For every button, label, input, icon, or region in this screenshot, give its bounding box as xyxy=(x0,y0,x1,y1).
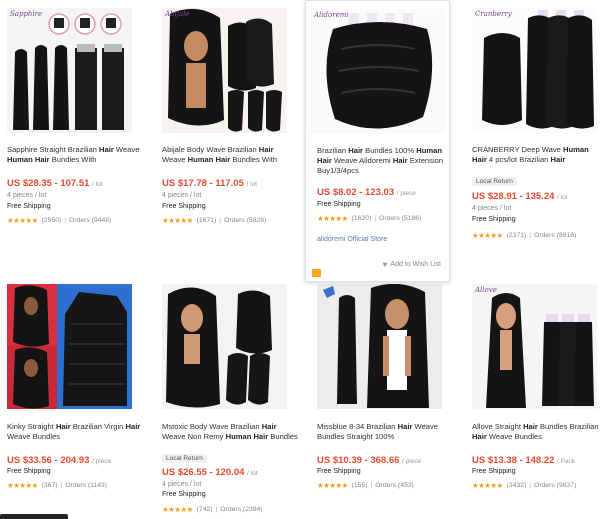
product-price: US $8.02 - 123.03 / piece xyxy=(317,187,416,198)
product-card[interactable]: Kinky Straight Hair Brazilian Virgin Hai… xyxy=(0,278,150,519)
free-shipping-label: Free Shipping xyxy=(162,491,206,498)
product-card[interactable]: Missblue 8-34 Brazilian Hair Weave Bundl… xyxy=(310,278,460,519)
orders-count: Orders (1143) xyxy=(65,482,108,489)
product-image[interactable]: Abijale xyxy=(162,8,287,133)
free-shipping-label: Free Shipping xyxy=(7,203,51,210)
product-image[interactable] xyxy=(7,284,132,409)
pieces-per-lot: 4 pieces / lot xyxy=(162,481,202,488)
brand-logo: Abijale xyxy=(165,10,190,18)
product-title[interactable]: Brazilian Hair Bundles 100% Human Hair W… xyxy=(317,146,445,176)
free-shipping-label: Free Shipping xyxy=(7,468,51,475)
star-rating: ★★★★★ xyxy=(7,481,38,490)
orders-count: Orders (9837) xyxy=(534,482,577,489)
product-price: US $28.91 - 135.24 / lot xyxy=(472,191,568,202)
star-rating: ★★★★★ xyxy=(162,216,193,225)
pieces-per-lot: 4 pieces / lot xyxy=(162,192,202,199)
free-shipping-label: Free Shipping xyxy=(317,468,361,475)
star-rating: ★★★★★ xyxy=(472,231,503,240)
product-title[interactable]: Sapphire Straight Brazilian Hair Weave H… xyxy=(7,145,143,175)
product-title[interactable]: Abijale Body Wave Brazilian Hair Weave H… xyxy=(162,145,298,175)
product-title[interactable]: Allove Straight Hair Bundles Brazilian H… xyxy=(472,422,600,452)
product-price: US $26.55 - 120.04 / lot xyxy=(162,467,258,478)
orders-count: Orders (8916) xyxy=(534,232,577,239)
rating-count: (367) xyxy=(41,482,58,489)
rating-count: (2950) xyxy=(41,217,62,224)
local-return-badge: Local Return xyxy=(472,177,517,186)
orders-count: Orders (9448) xyxy=(69,217,112,224)
rating-count: (1671) xyxy=(196,217,217,224)
rating-row: ★★★★★ (1620) | Orders (5186) xyxy=(317,214,422,223)
free-shipping-label: Free Shipping xyxy=(472,468,516,475)
product-grid: Sapphire Sapphire Straight Brazilian Hai… xyxy=(0,0,600,519)
heart-icon: ♥ xyxy=(382,260,388,269)
product-image[interactable] xyxy=(162,284,287,409)
product-card[interactable]: Sapphire Sapphire Straight Brazilian Hai… xyxy=(0,0,150,260)
product-image[interactable]: Allove xyxy=(472,284,597,409)
product-title[interactable]: Missblue 8-34 Brazilian Hair Weave Bundl… xyxy=(317,422,453,452)
product-price: US $33.56 - 204.93 / piece xyxy=(7,455,112,466)
product-card[interactable]: Allove Allove Straight Hair Bundles Braz… xyxy=(465,278,600,519)
orders-count: Orders (5186) xyxy=(379,215,422,222)
product-image[interactable] xyxy=(317,284,442,409)
rating-row: ★★★★★ (155) | Orders (453) xyxy=(317,481,414,490)
product-title[interactable]: Mstoxic Body Wave Brazilian Hair Weave N… xyxy=(162,422,298,452)
rating-count: (742) xyxy=(196,506,213,513)
star-rating: ★★★★★ xyxy=(7,216,38,225)
brand-logo: Cranberry xyxy=(475,10,512,18)
rating-row: ★★★★★ (367) | Orders (1143) xyxy=(7,481,108,490)
pieces-per-lot: 4 pieces / lot xyxy=(472,205,512,212)
rating-row: ★★★★★ (742) | Orders (2394) xyxy=(162,505,263,514)
free-shipping-label: Free Shipping xyxy=(162,203,206,210)
star-rating: ★★★★★ xyxy=(317,214,348,223)
rating-row: ★★★★★ (2950) | Orders (9448) xyxy=(7,216,112,225)
rating-row: ★★★★★ (3432) | Orders (9837) xyxy=(472,481,577,490)
shopping-bag-icon xyxy=(312,269,321,277)
brand-logo: Sapphire xyxy=(10,10,43,18)
rating-count: (155) xyxy=(351,482,368,489)
product-price: US $13.38 - 148.22 / Pack xyxy=(472,455,576,466)
product-price: US $17.78 - 117.05 / lot xyxy=(162,178,257,189)
star-rating: ★★★★★ xyxy=(317,481,348,490)
product-image[interactable]: Alidoremi xyxy=(311,9,445,134)
product-image[interactable]: Sapphire xyxy=(7,8,132,133)
free-shipping-label: Free Shipping xyxy=(472,216,516,223)
product-price: US $28.35 - 107.51 / lot xyxy=(7,178,103,189)
product-title[interactable]: Kinky Straight Hair Brazilian Virgin Hai… xyxy=(7,422,143,452)
product-card[interactable]: Cranberry CRANBERRY Deep Wave Human Hair… xyxy=(465,0,600,260)
free-shipping-label: Free Shipping xyxy=(317,201,361,208)
bottom-bar-fragment xyxy=(0,514,68,519)
product-card[interactable]: Mstoxic Body Wave Brazilian Hair Weave N… xyxy=(155,278,305,519)
brand-logo: Allove xyxy=(475,286,497,294)
add-to-wishlist-button[interactable]: ♥ Add to Wish List xyxy=(383,260,441,269)
orders-count: Orders (5828) xyxy=(224,217,267,224)
product-card[interactable]: Abijale Abijale Body Wave Brazilian Hair… xyxy=(155,0,305,260)
star-rating: ★★★★★ xyxy=(472,481,503,490)
rating-row: ★★★★★ (2371) | Orders (8916) xyxy=(472,231,577,240)
local-return-badge: Local Return xyxy=(162,454,207,463)
product-price: US $10.39 - 368.66 / piece xyxy=(317,455,422,466)
star-rating: ★★★★★ xyxy=(162,505,193,514)
brand-logo: Alidoremi xyxy=(314,11,349,19)
store-link[interactable]: alidoremi Official Store xyxy=(317,236,387,243)
rating-count: (2371) xyxy=(506,232,527,239)
orders-count: Orders (453) xyxy=(375,482,414,489)
product-title[interactable]: CRANBERRY Deep Wave Human Hair 4 pcs/lot… xyxy=(472,145,600,175)
pieces-per-lot: 4 pieces / lot xyxy=(7,192,47,199)
product-image[interactable]: Cranberry xyxy=(472,8,597,133)
rating-count: (3432) xyxy=(506,482,527,489)
orders-count: Orders (2394) xyxy=(220,506,263,513)
rating-count: (1620) xyxy=(351,215,372,222)
rating-row: ★★★★★ (1671) | Orders (5828) xyxy=(162,216,267,225)
product-card-hovered[interactable]: Alidoremi Brazilian Hair Bundles 100% Hu… xyxy=(305,0,450,282)
